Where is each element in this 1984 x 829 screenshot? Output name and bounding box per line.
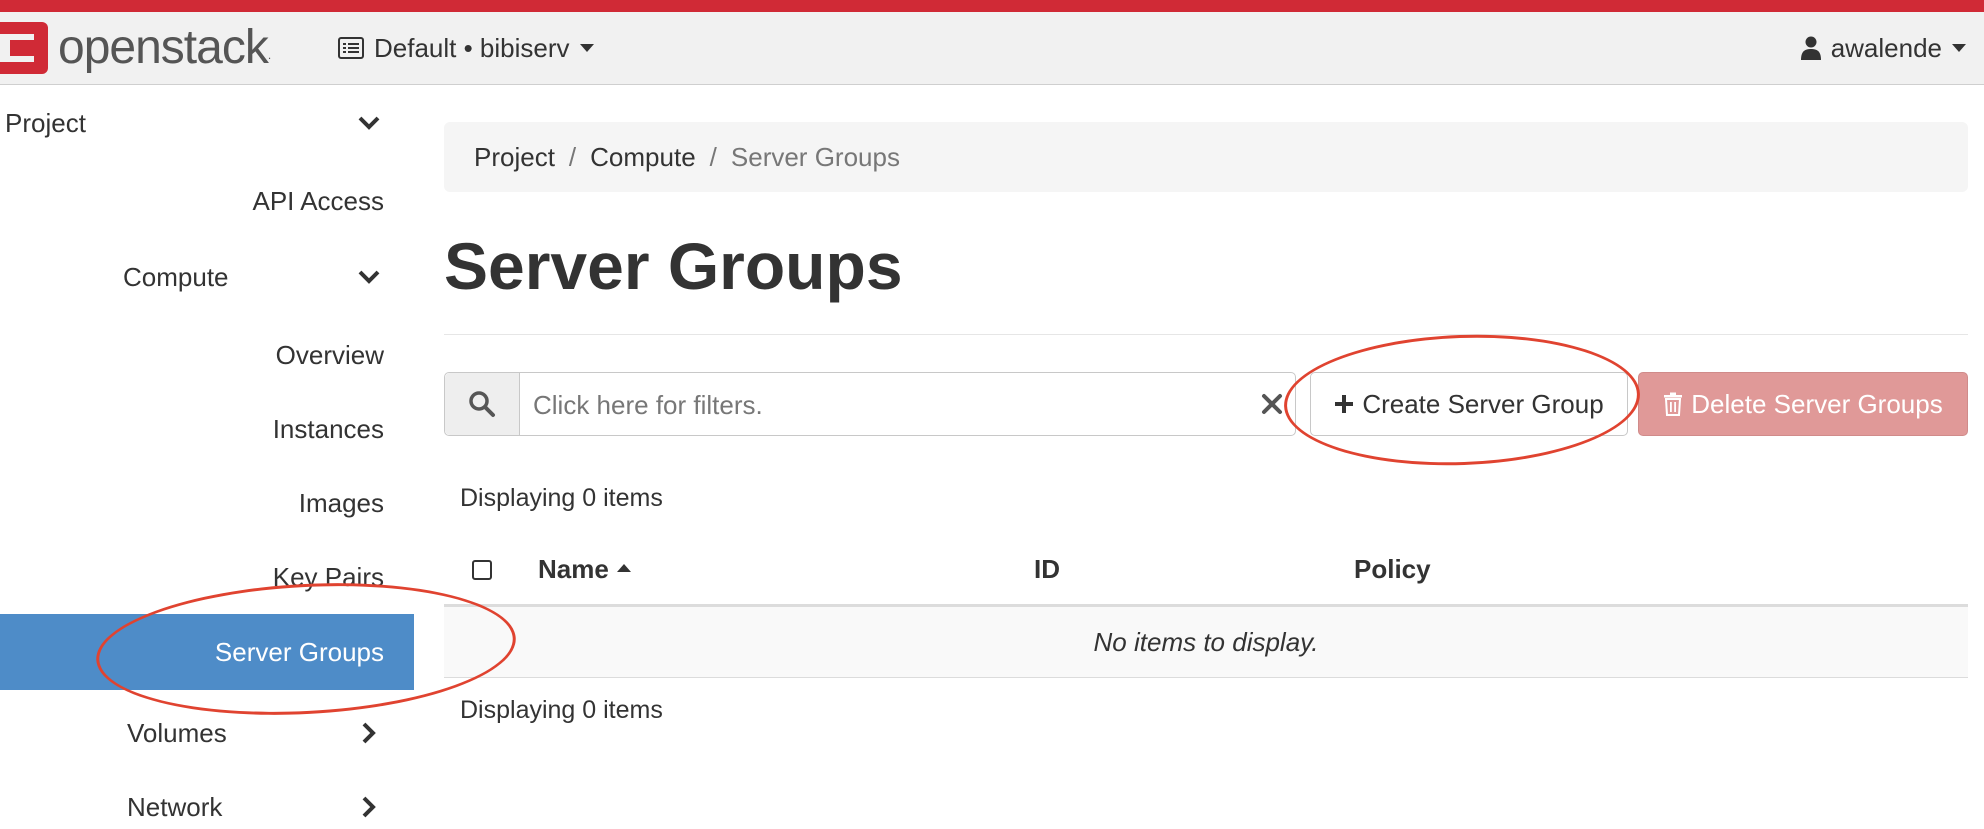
filter-input[interactable] bbox=[531, 385, 1175, 425]
chevron-right-icon bbox=[362, 796, 376, 818]
column-header-name[interactable]: Name bbox=[538, 554, 631, 585]
search-addon[interactable] bbox=[445, 373, 520, 435]
openstack-logo[interactable]: openstack . bbox=[0, 22, 271, 74]
logo-text: openstack bbox=[58, 21, 269, 74]
sidebar-item-label: Project bbox=[5, 107, 86, 138]
delete-server-groups-button[interactable]: Delete Server Groups bbox=[1638, 372, 1968, 436]
sidebar-item-server-groups[interactable]: Server Groups bbox=[0, 614, 414, 690]
logo-dot: . bbox=[267, 48, 272, 62]
sidebar-item-label: Volumes bbox=[127, 717, 227, 748]
project-selector[interactable]: Default • bibiserv bbox=[338, 30, 594, 66]
user-icon bbox=[1800, 36, 1821, 60]
list-icon bbox=[338, 37, 364, 59]
sidebar-item-label: Instances bbox=[272, 413, 384, 444]
breadcrumb: Project / Compute / Server Groups bbox=[444, 122, 1968, 192]
sidebar-item-label: Server Groups bbox=[214, 636, 384, 667]
sidebar-item-instances[interactable]: Instances bbox=[273, 407, 384, 451]
chevron-right-icon bbox=[362, 722, 376, 744]
delete-button-label: Delete Server Groups bbox=[1691, 388, 1943, 419]
empty-table-row: No items to display. bbox=[444, 607, 1968, 678]
breadcrumb-compute[interactable]: Compute bbox=[590, 142, 696, 173]
chevron-down-icon bbox=[358, 116, 380, 130]
sidebar-item-images[interactable]: Images bbox=[299, 481, 384, 525]
sidebar-item-label: API Access bbox=[252, 185, 385, 216]
page-title: Server Groups bbox=[444, 229, 903, 303]
sidebar-item-network[interactable]: Network bbox=[127, 785, 383, 829]
breadcrumb-current: Server Groups bbox=[730, 141, 900, 172]
select-all-checkbox[interactable] bbox=[472, 560, 492, 580]
top-accent-stripe bbox=[0, 0, 1984, 12]
trash-icon bbox=[1664, 392, 1683, 416]
filter-bar bbox=[444, 372, 1296, 436]
plus-icon bbox=[1335, 395, 1354, 413]
sidebar-item-key-pairs[interactable]: Key Pairs bbox=[273, 555, 384, 599]
column-header-policy[interactable]: Policy bbox=[1354, 554, 1431, 585]
sidebar-item-label: Images bbox=[298, 487, 384, 518]
create-button-label: Create Server Group bbox=[1362, 388, 1604, 419]
column-header-label: Name bbox=[538, 554, 609, 584]
column-header-id[interactable]: ID bbox=[1034, 554, 1060, 585]
sidebar-item-label: Overview bbox=[275, 339, 384, 370]
sidebar-item-volumes[interactable]: Volumes bbox=[127, 711, 383, 755]
search-icon bbox=[469, 391, 495, 417]
project-selector-label: Default • bibiserv bbox=[374, 32, 570, 63]
table-header: Name ID Policy bbox=[444, 540, 1968, 607]
breadcrumb-separator: / bbox=[709, 141, 717, 172]
sidebar-item-label: Compute bbox=[123, 261, 229, 292]
sidebar-item-project[interactable]: Project bbox=[5, 101, 383, 145]
sidebar-item-overview[interactable]: Overview bbox=[276, 333, 384, 377]
breadcrumb-project[interactable]: Project bbox=[474, 142, 555, 173]
caret-down-icon bbox=[1952, 44, 1966, 52]
sidebar: Project API Access Compute Overview Inst… bbox=[0, 85, 414, 822]
display-count-top: Displaying 0 items bbox=[460, 484, 663, 512]
caret-down-icon bbox=[579, 44, 594, 52]
clear-icon[interactable] bbox=[1261, 393, 1283, 415]
title-divider bbox=[444, 334, 1968, 335]
chevron-down-icon bbox=[358, 270, 380, 284]
user-name: awalende bbox=[1830, 32, 1942, 63]
sidebar-item-api-access[interactable]: API Access bbox=[253, 179, 385, 223]
openstack-logo-icon bbox=[0, 22, 48, 74]
sort-ascending-icon bbox=[616, 564, 631, 572]
sidebar-item-label: Network bbox=[127, 791, 223, 822]
top-navbar: openstack . Default • bibiserv awalende bbox=[0, 12, 1984, 85]
user-menu[interactable]: awalende bbox=[1800, 30, 1966, 66]
sidebar-item-label: Key Pairs bbox=[272, 561, 384, 592]
display-count-bottom: Displaying 0 items bbox=[460, 696, 663, 724]
breadcrumb-separator: / bbox=[568, 141, 577, 172]
sidebar-item-compute[interactable]: Compute bbox=[123, 255, 383, 299]
create-server-group-button[interactable]: Create Server Group bbox=[1310, 372, 1628, 436]
